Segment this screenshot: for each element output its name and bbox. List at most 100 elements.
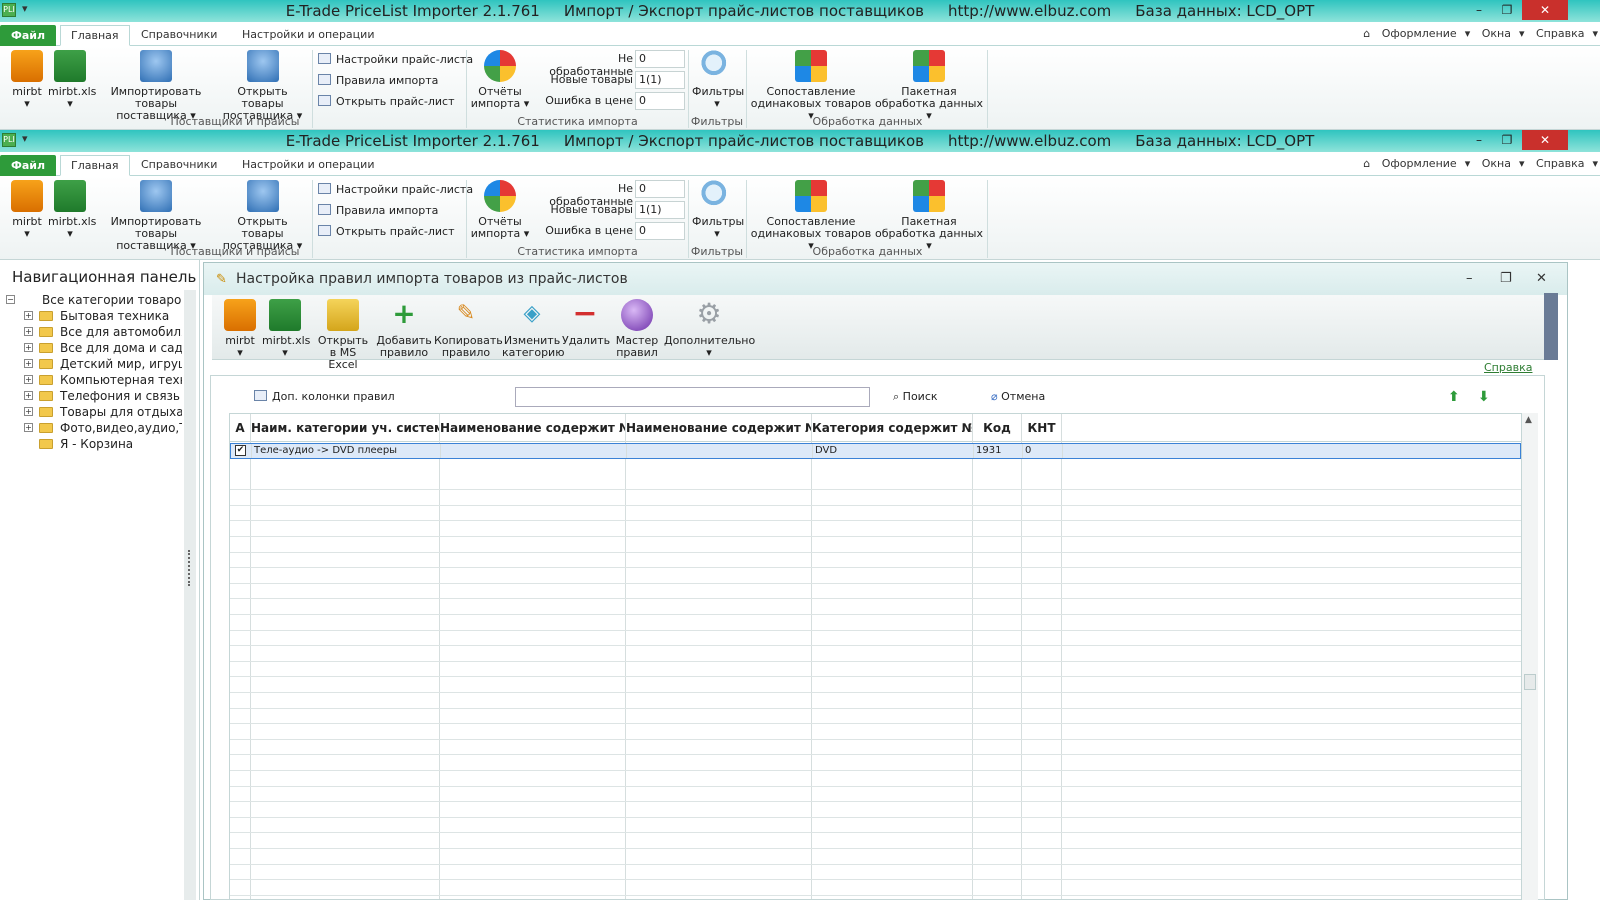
restore-icon[interactable]: ❐ (1492, 130, 1522, 150)
menu-windows[interactable]: Окна (1482, 157, 1511, 170)
close-icon[interactable]: ✕ (1522, 130, 1568, 150)
cell-knt[interactable]: 0 (1023, 444, 1063, 458)
import-reports-button[interactable]: Отчёты импорта ▾ (470, 180, 530, 240)
cell-cat1[interactable]: DVD (813, 444, 974, 458)
match-same-button[interactable]: Сопоставление одинаковых товаров ▾ (750, 180, 872, 252)
filters-button[interactable]: Фильтры ▾ (692, 180, 744, 240)
scroll-thumb[interactable] (1524, 674, 1536, 690)
wizard-button[interactable]: Мастер правил (612, 299, 662, 359)
change-category-button[interactable]: ◈ Изменить категорию (502, 299, 564, 359)
mirbt-button[interactable]: mirbt ▾ (8, 180, 46, 240)
tree-item[interactable]: + Фото,видео,аудио,ТВ (6, 420, 182, 436)
mirbt-xls-button[interactable]: mirbt.xls ▾ (48, 180, 96, 240)
child-minimize-icon[interactable]: – (1466, 271, 1473, 286)
menu-help[interactable]: Справка (1536, 157, 1584, 170)
tree-item[interactable]: Я - Корзина (6, 436, 182, 452)
col-category[interactable]: Наим. категории уч. системы (251, 414, 440, 442)
filters-button[interactable]: Фильтры ▾ (692, 50, 744, 110)
toolbar-scrollbar[interactable] (1544, 293, 1558, 360)
child-restore-icon[interactable]: ❐ (1500, 271, 1512, 286)
splitter-grip[interactable] (188, 550, 191, 586)
checkbox[interactable]: ✔ (235, 445, 246, 456)
help-link[interactable]: Справка (1484, 361, 1532, 374)
pricelist-settings-button[interactable]: Настройки прайс-листа (318, 53, 473, 66)
open-pricelist-button[interactable]: Открыть прайс-лист (318, 225, 454, 238)
move-down-icon[interactable]: ⬇ (1478, 390, 1492, 404)
import-goods-button[interactable]: Импортировать товары поставщика ▾ (100, 50, 212, 122)
cell-code[interactable]: 1931 (974, 444, 1023, 458)
menu-appearance[interactable]: Оформление (1382, 157, 1457, 170)
col-code[interactable]: Код (973, 414, 1022, 442)
tree-item[interactable]: + Все для автомобиля (6, 324, 182, 340)
open-goods-button[interactable]: Открыть товары поставщика ▾ (215, 180, 310, 252)
col-name2[interactable]: Наименование содержит №2 (626, 414, 812, 442)
close-icon[interactable]: ✕ (1522, 0, 1568, 20)
grid-scrollbar[interactable]: ▲ (1522, 413, 1538, 900)
extra-button[interactable]: ⚙ Дополнительно ▾ (664, 299, 755, 359)
batch-processing-button[interactable]: Пакетная обработка данных ▾ (874, 50, 984, 122)
col-name1[interactable]: Наименование содержит №1 (440, 414, 626, 442)
col-active[interactable]: А (230, 414, 251, 442)
import-rules-button[interactable]: Правила импорта (318, 74, 438, 87)
up-icon[interactable]: ⌂ (1363, 27, 1370, 40)
tab-references[interactable]: Справочники (131, 155, 227, 176)
up-icon[interactable]: ⌂ (1363, 157, 1370, 170)
pricelist-settings-button[interactable]: Настройки прайс-листа (318, 183, 473, 196)
search-button[interactable]: ⌕ Поиск (893, 390, 938, 404)
cancel-button[interactable]: ⌀ Отмена (991, 390, 1045, 403)
child-close-icon[interactable]: ✕ (1536, 271, 1547, 286)
minimize-icon[interactable]: – (1464, 0, 1494, 20)
restore-icon[interactable]: ❐ (1492, 0, 1522, 20)
table-row[interactable]: ✔ Теле-аудио -> DVD плееры DVD 1931 0 (230, 443, 1521, 459)
mirbt-xls-button[interactable]: mirbt.xls ▾ (262, 299, 310, 359)
tree-item[interactable]: + Товары для отдыха (6, 404, 182, 420)
row-checkbox-cell[interactable]: ✔ (231, 444, 252, 458)
add-rule-button[interactable]: + Добавить правило (376, 299, 432, 359)
tab-settings[interactable]: Настройки и операции (232, 155, 384, 176)
cell-name1[interactable] (441, 444, 627, 458)
tab-references[interactable]: Справочники (131, 25, 227, 46)
cell-category[interactable]: Теле-аудио -> DVD плееры (252, 444, 441, 458)
tree-item[interactable]: +Детский мир, игрушки (6, 356, 182, 372)
tree-root[interactable]: − Все категории товаров (6, 292, 182, 308)
mirbt-button[interactable]: mirbt ▾ (218, 299, 262, 359)
batch-processing-button[interactable]: Пакетная обработка данных ▾ (874, 180, 984, 252)
file-menu-button[interactable]: Файл (0, 155, 56, 176)
import-goods-button[interactable]: Импортировать товары поставщика ▾ (100, 180, 212, 252)
menu-help[interactable]: Справка (1536, 27, 1584, 40)
col-knt[interactable]: КНТ (1022, 414, 1062, 442)
extra-columns-button[interactable]: Доп. колонки правил (254, 390, 395, 403)
tree-item[interactable]: + Бытовая техника (6, 308, 182, 324)
open-goods-button[interactable]: Открыть товары поставщика ▾ (215, 50, 310, 122)
mirbt-xls-button[interactable]: mirbt.xls ▾ (48, 50, 96, 110)
col-cat1[interactable]: Категория содержит №1 (812, 414, 973, 442)
tree-item[interactable]: + Все для дома и сада (6, 340, 182, 356)
menu-appearance[interactable]: Оформление (1382, 27, 1457, 40)
group-suppliers-label: Поставщики и прайсы (170, 245, 300, 258)
scroll-up-icon[interactable]: ▲ (1525, 415, 1532, 425)
copy-rule-button[interactable]: ✎ Копировать правило (434, 299, 503, 359)
delete-button[interactable]: − Удалить (562, 299, 610, 347)
cell-name2[interactable] (627, 444, 813, 458)
pencil-icon: ✎ (216, 272, 227, 287)
tree-item[interactable]: +Компьютерная техника (6, 372, 182, 388)
splitter[interactable] (184, 290, 196, 900)
mirbt-button[interactable]: mirbt ▾ (8, 50, 46, 110)
open-pricelist-button[interactable]: Открыть прайс-лист (318, 95, 454, 108)
import-rules-button[interactable]: Правила импорта (318, 204, 438, 217)
menu-windows[interactable]: Окна (1482, 27, 1511, 40)
title-bar: PLI ▾ E-Trade PriceList Importer 2.1.761… (0, 130, 1600, 152)
open-excel-button[interactable]: Открыть в MS Excel (315, 299, 371, 371)
import-reports-button[interactable]: Отчёты импорта ▾ (470, 50, 530, 110)
tab-main[interactable]: Главная (60, 25, 130, 46)
move-up-icon[interactable]: ⬆ (1448, 390, 1462, 404)
file-menu-button[interactable]: Файл (0, 25, 56, 46)
match-same-button[interactable]: Сопоставление одинаковых товаров ▾ (750, 50, 872, 122)
cube-icon (913, 50, 945, 82)
tab-settings[interactable]: Настройки и операции (232, 25, 384, 46)
search-input[interactable] (515, 387, 870, 407)
tree-item[interactable]: + Телефония и связь (6, 388, 182, 404)
minimize-icon[interactable]: – (1464, 130, 1494, 150)
empty-row (230, 631, 1521, 647)
tab-main[interactable]: Главная (60, 155, 130, 176)
